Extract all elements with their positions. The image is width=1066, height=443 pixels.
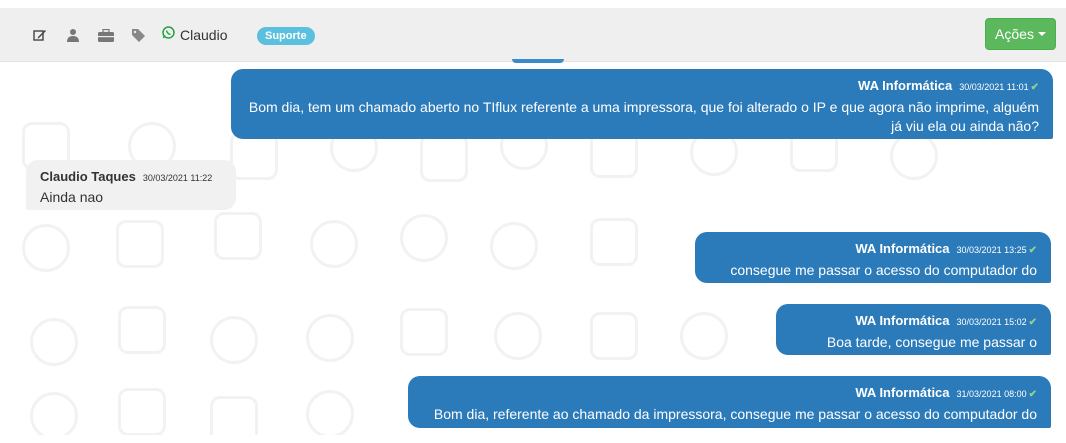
header-toolbar: Claudio [32, 26, 227, 44]
message-text: Boa tarde, consegue me passar o acesso? [826, 334, 1037, 369]
check-icon: ✔ [1028, 245, 1037, 256]
whatsapp-icon [162, 26, 175, 44]
check-icon: ✔ [1028, 389, 1037, 400]
edit-icon[interactable] [32, 27, 48, 43]
message-meta: WA Informática 30/03/2021 15:02 ✔ [790, 313, 1037, 331]
message-timestamp: 31/03/2021 08:00 [956, 389, 1027, 399]
briefcase-icon[interactable] [98, 27, 114, 43]
message-text: consegue me passar o acesso do computado… [730, 262, 1037, 297]
message-bubble: WA Informática 30/03/2021 15:02 ✔ Boa tard… [776, 304, 1051, 369]
actions-dropdown-button[interactable]: Ações [985, 18, 1056, 50]
message-bubble: WA Informática 30/03/2021 13:25 ✔ consegue… [695, 232, 1051, 297]
actions-label: Ações [995, 26, 1034, 42]
message-timestamp: 30/03/2021 11:22 [142, 173, 213, 183]
previous-message-edge [512, 59, 564, 63]
message-sender: WA Informática [855, 385, 950, 400]
tag-icon[interactable] [131, 27, 147, 43]
check-icon: ✔ [1028, 317, 1037, 328]
contact-info[interactable]: Claudio [162, 26, 227, 44]
check-icon: ✔ [1030, 82, 1039, 93]
message-sender: WA Informática [855, 241, 950, 256]
message-sender: Claudio Taques [40, 169, 136, 184]
chat-header: Claudio Suporte Ações [0, 8, 1066, 62]
message-bubble: Claudio Taques 30/03/2021 11:22 Ainda nao [26, 160, 236, 210]
message-sender: WA Informática [855, 313, 950, 328]
message-bubble: WA Informática 31/03/2021 08:00 ✔ Bom dia,… [408, 376, 1051, 441]
caret-down-icon [1037, 32, 1046, 36]
message-text: Bom dia, referente ao chamado da impress… [433, 406, 1037, 441]
message-text: Bom dia, tem um chamado aberto no TIflux… [248, 99, 1039, 134]
contact-name: Claudio [180, 27, 228, 43]
message-meta: WA Informática 30/03/2021 13:25 ✔ [709, 241, 1037, 259]
message-meta: WA Informática 31/03/2021 08:00 ✔ [422, 385, 1037, 403]
user-icon[interactable] [65, 27, 81, 43]
message-timestamp: 30/03/2021 15:02 [956, 317, 1027, 327]
message-timestamp: 30/03/2021 11:01 [959, 82, 1029, 92]
message-text: Ainda nao [40, 189, 104, 205]
status-badge: Suporte [257, 27, 315, 45]
message-sender: WA Informática [858, 78, 953, 93]
message-meta: WA Informática 30/03/2021 11:01 ✔ [245, 78, 1039, 96]
message-meta: Claudio Taques 30/03/2021 11:22 [40, 169, 222, 186]
message-bubble: WA Informática 30/03/2021 11:01 ✔ Bom dia,… [231, 69, 1053, 139]
message-timestamp: 30/03/2021 13:25 [956, 245, 1027, 255]
